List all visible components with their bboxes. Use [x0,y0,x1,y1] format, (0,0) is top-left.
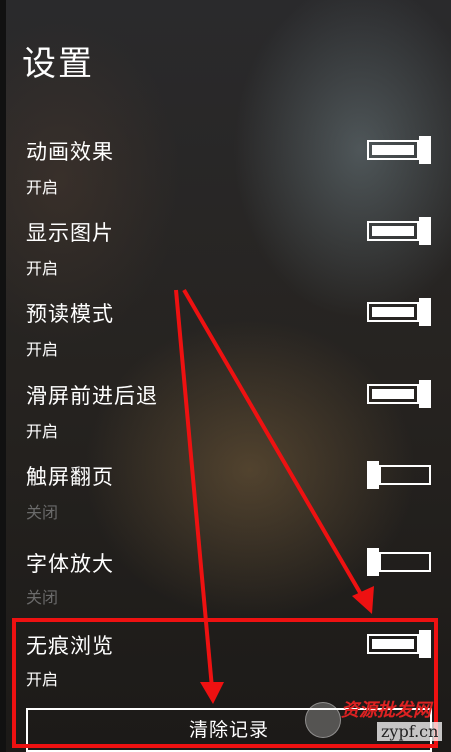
site-watermark: 资源批发网 zypf.cn [305,694,451,752]
annotation-arrows [174,288,374,704]
annotation-arrow-line [174,289,214,689]
annotation-arrow-line [182,288,364,598]
annotation-arrowhead [200,682,224,704]
watermark-main-text: 资源批发网 [341,700,431,721]
annotation-arrowhead [352,586,374,614]
watermark-logo-icon [305,702,341,738]
watermark-sub-text: zypf.cn [377,722,443,741]
